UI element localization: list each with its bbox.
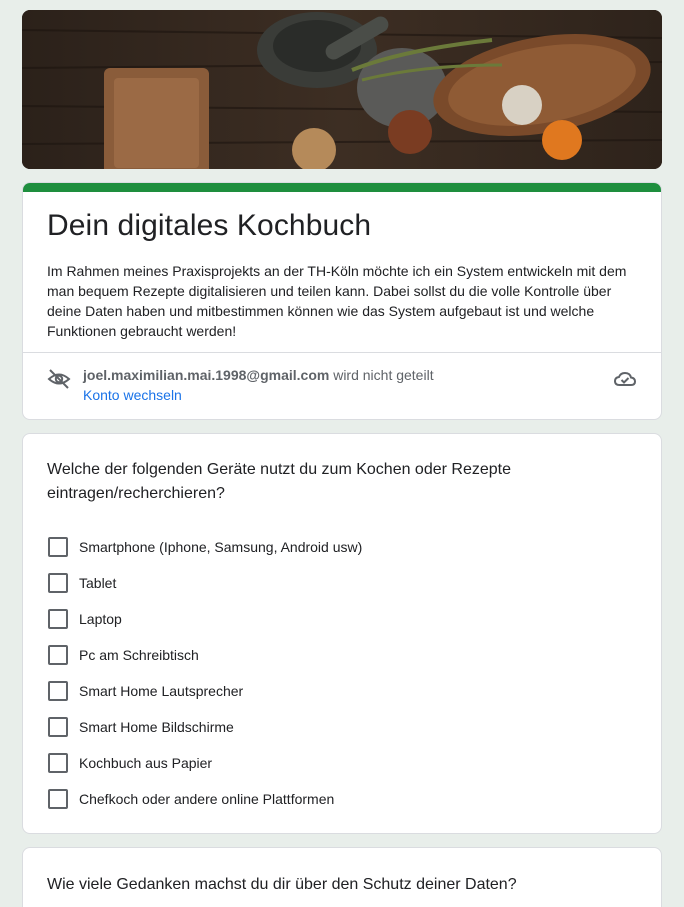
question-title: Welche der folgenden Geräte nutzt du zum… — [47, 461, 511, 502]
checkbox[interactable] — [48, 789, 68, 809]
checkbox[interactable] — [48, 645, 68, 665]
option-paper-cookbook[interactable]: Kochbuch aus Papier — [47, 745, 607, 781]
eye-off-icon — [47, 367, 71, 391]
option-pc[interactable]: Pc am Schreibtisch — [47, 637, 607, 673]
option-smartphone[interactable]: Smartphone (Iphone, Samsung, Android usw… — [47, 529, 607, 565]
question-card-privacy: Wie viele Gedanken machst du dir über de… — [22, 847, 662, 907]
checkbox[interactable] — [48, 753, 68, 773]
question-card-devices: Welche der folgenden Geräte nutzt du zum… — [22, 433, 662, 834]
account-sharing-status: wird nicht geteilt — [333, 367, 434, 383]
checkbox[interactable] — [48, 717, 68, 737]
checkbox[interactable] — [48, 609, 68, 629]
header-banner-image — [22, 10, 662, 169]
option-laptop[interactable]: Laptop — [47, 601, 607, 637]
cloud-done-icon — [613, 367, 637, 391]
accent-bar — [23, 183, 661, 192]
option-label: Tablet — [79, 575, 117, 591]
checkbox[interactable] — [48, 573, 68, 593]
question-title: Wie viele Gedanken machst du dir über de… — [47, 876, 517, 893]
option-label: Smart Home Lautsprecher — [79, 683, 244, 699]
option-label: Smartphone (Iphone, Samsung, Android usw… — [79, 539, 363, 555]
option-smart-speaker[interactable]: Smart Home Lautsprecher — [47, 673, 607, 709]
option-label: Pc am Schreibtisch — [79, 647, 199, 663]
option-label: Chefkoch oder andere online Plattformen — [79, 791, 335, 807]
option-smart-display[interactable]: Smart Home Bildschirme — [47, 709, 607, 745]
option-label: Laptop — [79, 611, 122, 627]
account-row: joel.maximilian.mai.1998@gmail.com wird … — [23, 353, 661, 419]
checkbox[interactable] — [48, 681, 68, 701]
form-header-card: Dein digitales Kochbuch Im Rahmen meines… — [22, 182, 662, 420]
option-label: Smart Home Bildschirme — [79, 719, 234, 735]
option-online-platforms[interactable]: Chefkoch oder andere online Plattformen — [47, 781, 607, 817]
form-description: Im Rahmen meines Praxisprojekts an der T… — [47, 263, 627, 339]
account-email: joel.maximilian.mai.1998@gmail.com — [83, 367, 330, 383]
switch-account-link[interactable]: Konto wechseln — [83, 387, 182, 403]
form-title: Dein digitales Kochbuch — [47, 209, 372, 242]
option-label: Kochbuch aus Papier — [79, 755, 213, 771]
checkbox[interactable] — [48, 537, 68, 557]
option-tablet[interactable]: Tablet — [47, 565, 607, 601]
account-email-line: joel.maximilian.mai.1998@gmail.com wird … — [83, 367, 434, 383]
